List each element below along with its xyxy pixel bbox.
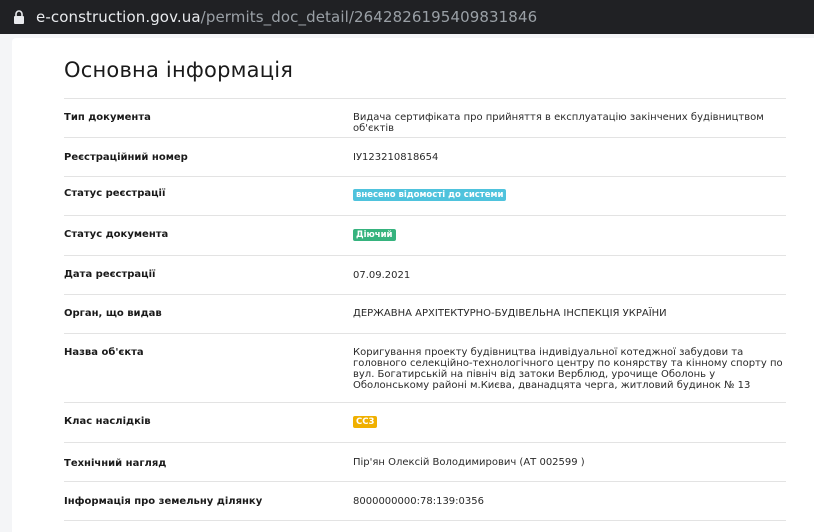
row-value: ІУ123210818654 xyxy=(353,152,439,163)
status-badge: внесено відомості до системи xyxy=(353,189,507,201)
page-content: Основна інформація Тип документа Видача … xyxy=(0,34,814,532)
consequence-class-badge: СС3 xyxy=(353,416,378,428)
row-value: 07.09.2021 xyxy=(353,270,411,281)
row-label: Клас наслідків xyxy=(64,416,151,427)
table-row: Орган, що видав ДЕРЖАВНА АРХІТЕКТУРНО-БУ… xyxy=(64,294,786,333)
address-bar[interactable]: e-construction.gov.ua/permits_doc_detail… xyxy=(0,0,814,34)
table-row: Статус реєстрації внесено відомості до с… xyxy=(64,176,786,215)
info-card: Основна інформація Тип документа Видача … xyxy=(12,38,814,532)
table-row: Назва об'єкта Коригування проекту будівн… xyxy=(64,333,786,402)
table-row-partial xyxy=(64,520,786,532)
table-row: Інформація про земельну ділянку 80000000… xyxy=(64,481,786,520)
row-label: Орган, що видав xyxy=(64,308,162,319)
url-text[interactable]: e-construction.gov.ua/permits_doc_detail… xyxy=(36,8,537,26)
url-host: e-construction.gov.ua xyxy=(36,8,201,26)
row-label: Інформація про земельну ділянку xyxy=(64,496,263,507)
table-row: Клас наслідків СС3 xyxy=(64,402,786,442)
page-title: Основна інформація xyxy=(64,58,294,82)
row-label: Реєстраційний номер xyxy=(64,152,188,163)
row-value: Видача сертифіката про прийняття в експл… xyxy=(353,112,764,134)
table-row: Статус документа Діючий xyxy=(64,215,786,255)
row-value: Коригування проекту будівництва індивіду… xyxy=(353,347,783,391)
row-label: Назва об'єкта xyxy=(64,347,144,358)
row-label: Технічний нагляд xyxy=(64,458,167,469)
table-row: Тип документа Видача сертифіката про при… xyxy=(64,98,786,137)
status-badge: Діючий xyxy=(353,229,396,241)
row-value: 8000000000:78:139:0356 xyxy=(353,496,484,507)
row-label: Дата реєстрації xyxy=(64,269,156,280)
info-table: Тип документа Видача сертифіката про при… xyxy=(64,98,786,532)
row-label: Тип документа xyxy=(64,112,151,123)
row-value: Пір'ян Олексій Володимирович (АТ 002599 … xyxy=(353,457,585,468)
row-label: Статус реєстрації xyxy=(64,188,166,199)
table-row: Дата реєстрації 07.09.2021 xyxy=(64,255,786,294)
row-value: ДЕРЖАВНА АРХІТЕКТУРНО-БУДІВЕЛЬНА ІНСПЕКЦ… xyxy=(353,308,667,319)
table-row: Технічний нагляд Пір'ян Олексій Володими… xyxy=(64,442,786,481)
row-label: Статус документа xyxy=(64,229,169,240)
table-row: Реєстраційний номер ІУ123210818654 xyxy=(64,137,786,176)
url-path: /permits_doc_detail/2642826195409831846 xyxy=(200,8,538,26)
lock-icon xyxy=(14,10,24,24)
